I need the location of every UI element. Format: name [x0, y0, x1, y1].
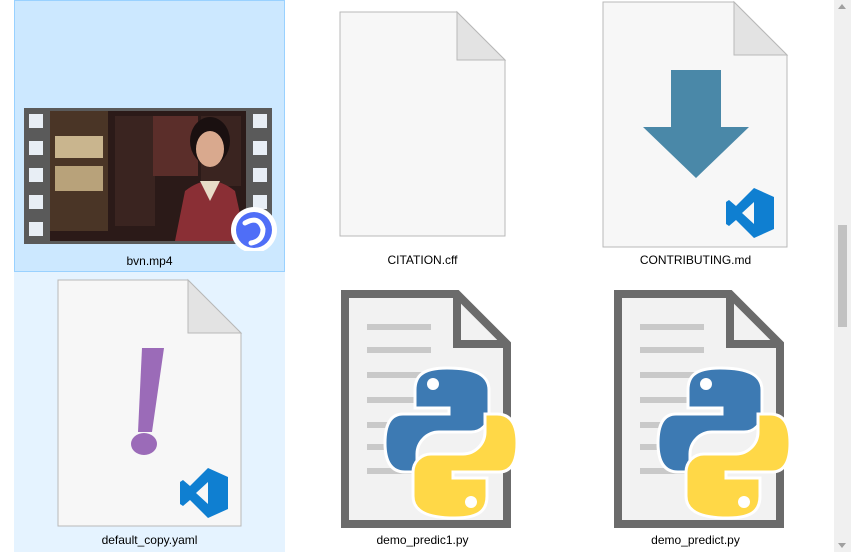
video-thumbnail-icon [24, 108, 277, 251]
blank-file-icon [339, 10, 507, 237]
file-item-bvn-mp4[interactable]: bvn.mp4 [14, 0, 285, 272]
python-file-icon [341, 290, 519, 528]
vscode-markdown-file-icon [602, 0, 789, 248]
file-name: CONTRIBUTING.md [639, 253, 752, 267]
file-name: default_copy.yaml [101, 533, 198, 547]
file-item-citation-cff[interactable]: CITATION.cff [287, 0, 558, 272]
vscode-yaml-file-icon [57, 278, 243, 527]
scroll-thumb[interactable] [838, 225, 847, 327]
file-name: bvn.mp4 [126, 254, 173, 268]
scroll-down-icon[interactable] [838, 543, 846, 548]
file-item-contributing-md[interactable]: CONTRIBUTING.md [560, 0, 831, 272]
file-item-demo-predic1-py[interactable]: demo_predic1.py [287, 272, 558, 552]
vertical-scrollbar[interactable] [834, 0, 851, 552]
file-name: demo_predict.py [651, 533, 740, 547]
file-item-default-copy-yaml[interactable]: default_copy.yaml [14, 272, 285, 552]
python-file-icon [614, 290, 792, 528]
file-item-demo-predict-py[interactable]: demo_predict.py [560, 272, 831, 552]
file-name: demo_predic1.py [376, 533, 469, 547]
file-name: CITATION.cff [387, 253, 458, 267]
scroll-up-icon[interactable] [838, 4, 846, 9]
